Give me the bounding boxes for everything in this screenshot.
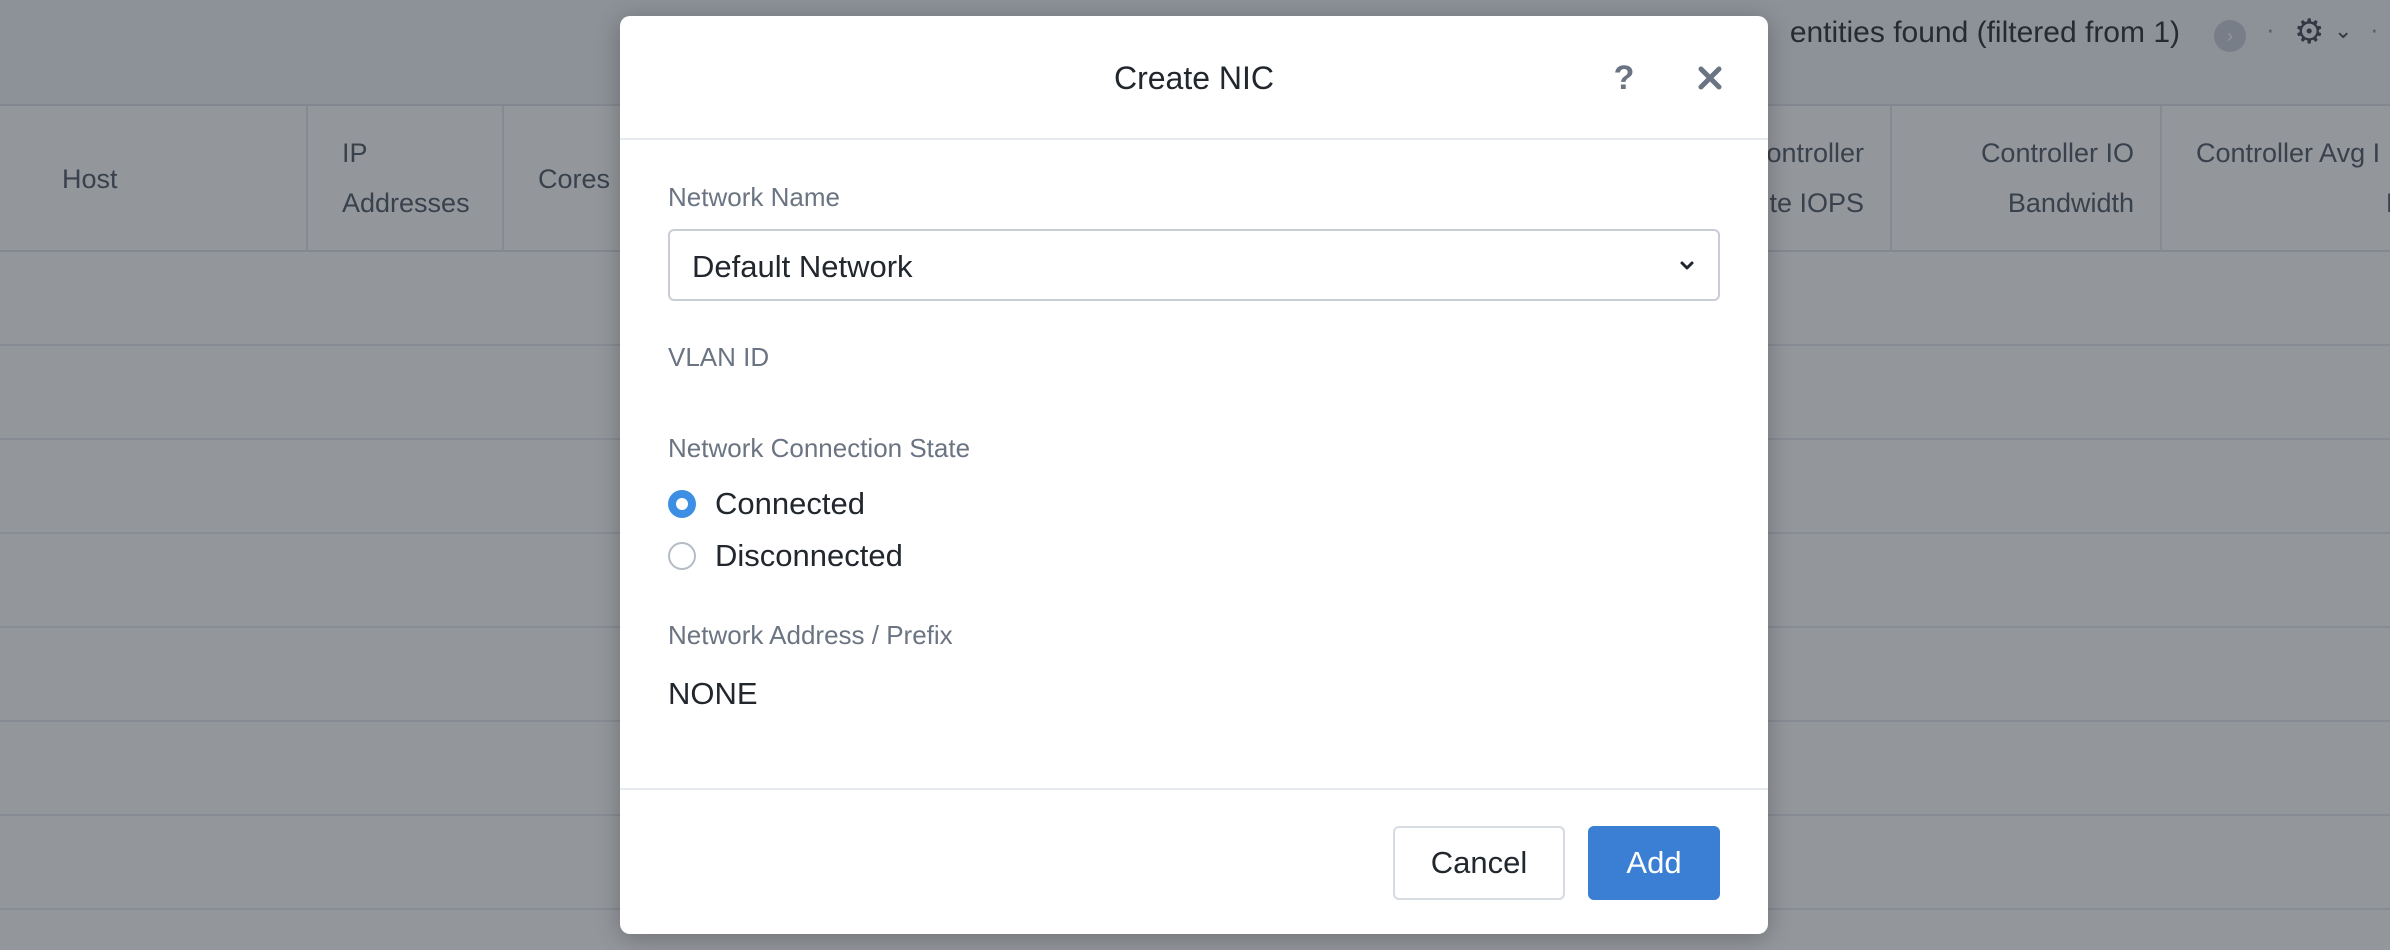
dialog-title: Create NIC — [1113, 60, 1275, 96]
help-icon[interactable]: ? — [1604, 56, 1644, 100]
chevron-down-icon — [1676, 255, 1698, 277]
radio-unselected-icon[interactable] — [668, 542, 696, 570]
network-address-label: Network Address / Prefix — [668, 620, 953, 650]
radio-selected-icon[interactable] — [668, 490, 696, 518]
network-address-value: NONE — [668, 676, 758, 711]
radio-label: Disconnected — [715, 538, 903, 573]
dialog-header: Create NIC ? — [620, 16, 1768, 140]
radio-connected[interactable]: Connected — [668, 482, 1068, 526]
create-nic-dialog: Create NIC ? Network Name Default Networ… — [620, 16, 1768, 934]
connection-state-label: Network Connection State — [668, 433, 971, 463]
radio-label: Connected — [715, 486, 865, 521]
network-name-label: Network Name — [668, 182, 840, 212]
network-name-value: Default Network — [692, 249, 913, 284]
dialog-footer: Cancel Add — [620, 788, 1768, 934]
close-icon[interactable] — [1688, 56, 1732, 100]
cancel-button[interactable]: Cancel — [1393, 826, 1565, 900]
radio-disconnected[interactable]: Disconnected — [668, 534, 1068, 578]
vlan-id-label: VLAN ID — [668, 342, 770, 372]
add-button[interactable]: Add — [1588, 826, 1720, 900]
network-name-select[interactable]: Default Network — [668, 229, 1720, 301]
